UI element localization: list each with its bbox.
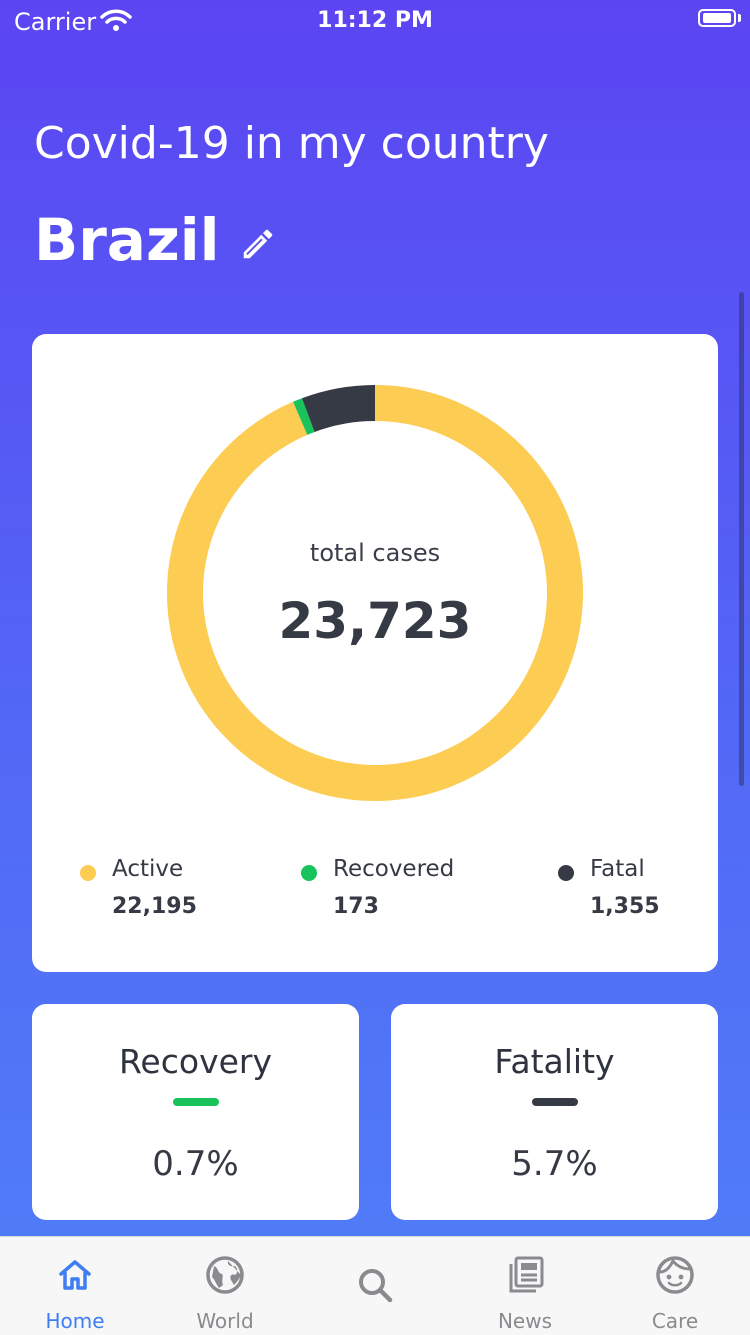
pencil-edit-icon[interactable] (239, 225, 277, 263)
globe-icon (206, 1256, 244, 1294)
scrollbar[interactable] (739, 292, 744, 786)
news-icon (509, 1256, 544, 1293)
total-cases-label: total cases (309, 539, 441, 567)
recovery-title: Recovery (118, 1042, 272, 1081)
recovery-indicator-bar (172, 1098, 219, 1106)
search-icon (359, 1269, 393, 1303)
total-cases-value: 23,723 (278, 592, 472, 650)
tab-care[interactable]: Care (600, 1237, 750, 1335)
summary-card: total cases 23,723 Active 22,195 Recover… (32, 334, 718, 972)
tab-care-label: Care (651, 1309, 699, 1333)
tab-world[interactable]: World (150, 1237, 300, 1335)
legend-dot-recovered (301, 865, 317, 881)
tab-news[interactable]: News (450, 1237, 600, 1335)
home-icon (59, 1260, 91, 1290)
tab-home-label: Home (45, 1309, 105, 1333)
fatality-indicator-bar (531, 1098, 578, 1106)
recovery-rate-value: 0.7% (152, 1144, 239, 1184)
legend-label-recovered: Recovered (333, 856, 455, 882)
tab-news-label: News (497, 1309, 553, 1333)
fatality-rate-value: 5.7% (511, 1144, 598, 1184)
legend-label-active: Active (112, 856, 184, 882)
donut-slice-fatal (301, 385, 375, 432)
tab-bar: Home World News Care (0, 1236, 750, 1335)
fatality-card[interactable]: Fatality 5.7% (391, 1004, 718, 1220)
fatality-title: Fatality (494, 1042, 615, 1081)
page-title: Covid-19 in my country (34, 118, 549, 169)
battery-icon (698, 9, 736, 27)
clock: 11:12 PM (317, 8, 433, 33)
legend-value-fatal: 1,355 (590, 894, 660, 919)
tab-search[interactable] (300, 1237, 450, 1335)
tab-home[interactable]: Home (0, 1237, 150, 1335)
legend-dot-active (80, 865, 96, 881)
battery-tip (738, 14, 741, 22)
legend-value-recovered: 173 (333, 894, 379, 919)
country-row: Brazil (34, 206, 277, 274)
country-name[interactable]: Brazil (34, 206, 219, 274)
legend-dot-fatal (558, 865, 574, 881)
legend-label-fatal: Fatal (590, 856, 645, 882)
status-bar: Carrier 11:12 PM (0, 0, 750, 40)
tab-world-label: World (196, 1309, 254, 1333)
legend-value-active: 22,195 (112, 894, 197, 919)
recovery-card[interactable]: Recovery 0.7% (32, 1004, 359, 1220)
care-face-icon (656, 1256, 694, 1294)
